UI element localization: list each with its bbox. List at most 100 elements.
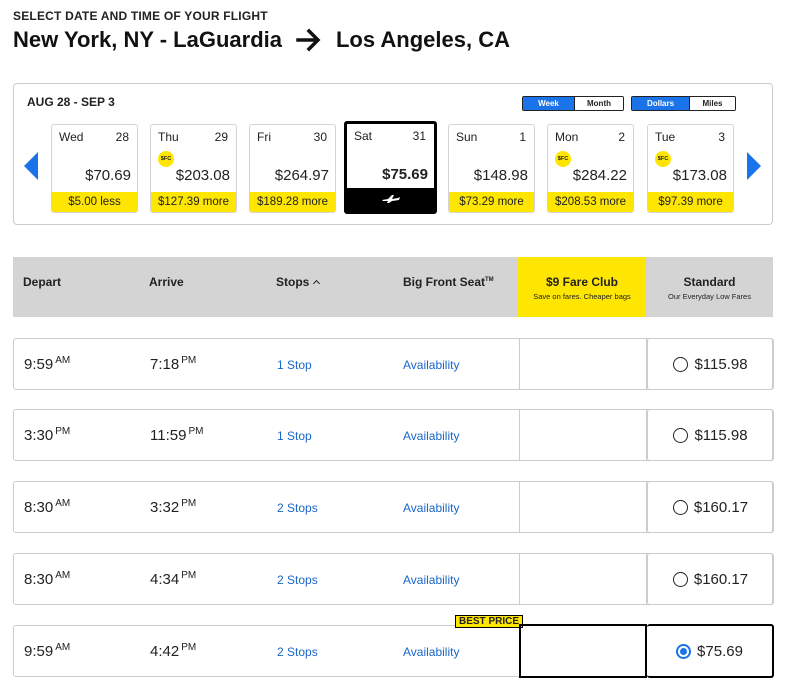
flight-row: 8:30 AM 4:34 PM 2 Stops Availability $160.17: [13, 553, 774, 605]
depart-ampm: PM: [55, 426, 71, 437]
availability-link[interactable]: Availability: [403, 501, 459, 515]
header-bfs-label: Big Front Seat: [403, 275, 486, 289]
depart-time-value: 9:59: [24, 643, 54, 660]
depart-time-value: 8:30: [24, 571, 54, 588]
unit-toggle: Dollars Miles: [631, 96, 736, 111]
standard-fare-option[interactable]: $115.98: [647, 338, 774, 390]
arrive-ampm: PM: [188, 426, 204, 437]
day-card[interactable]: Sat 31 $75.69: [344, 121, 437, 214]
date-calendar: AUG 28 - SEP 3 Week Month Dollars Miles …: [13, 83, 773, 225]
fare-radio[interactable]: [673, 356, 689, 372]
fare-club-subtitle: Save on fares. Cheaper bags: [533, 292, 631, 301]
stops-link[interactable]: 1 Stop: [277, 429, 312, 443]
flight-row: 3:30 PM 11:59 PM 1 Stop Availability $115.98: [13, 409, 774, 461]
arrive-ampm: PM: [181, 498, 197, 509]
dollars-option[interactable]: Dollars: [632, 97, 690, 110]
day-card[interactable]: Mon 2 $FC $284.22 $208.53 more: [547, 124, 634, 213]
day-card[interactable]: Tue 3 $FC $173.08 $97.39 more: [647, 124, 734, 213]
day-price: $284.22: [572, 167, 627, 184]
day-card[interactable]: Fri 30 $264.97 $189.28 more: [249, 124, 336, 213]
arrive-time: 4:42 PM: [150, 642, 196, 660]
stops-link[interactable]: 1 Stop: [277, 358, 312, 372]
day-price: $203.08: [175, 167, 230, 184]
standard-title: Standard: [683, 275, 736, 289]
trademark-mark: TM: [485, 277, 494, 283]
fare-radio[interactable]: [672, 499, 688, 515]
flight-row: 9:59 AM 7:18 PM 1 Stop Availability $115.98: [13, 338, 774, 390]
day-name: Mon: [555, 130, 579, 144]
day-name: Fri: [257, 130, 271, 144]
best-price-badge: BEST PRICE: [455, 615, 524, 628]
standard-price: $160.17: [693, 498, 749, 516]
header-fare-club: $9 Fare Club Save on fares. Cheaper bags: [518, 257, 646, 317]
day-name: Thu: [158, 130, 179, 144]
destination-city: Los Angeles, CA: [335, 27, 510, 52]
header-stops[interactable]: Stops: [276, 275, 321, 289]
availability-link[interactable]: Availability: [403, 645, 459, 659]
depart-ampm: AM: [55, 355, 71, 366]
next-week-icon[interactable]: [747, 152, 761, 180]
header-stops-label: Stops: [276, 275, 310, 289]
date-range: AUG 28 - SEP 3: [27, 95, 115, 109]
day-price: $148.98: [473, 167, 528, 184]
day-price: $173.08: [672, 167, 727, 184]
depart-time-value: 8:30: [24, 499, 54, 516]
day-price-diff: $208.53 more: [548, 192, 633, 212]
stops-link[interactable]: 2 Stops: [277, 501, 318, 515]
previous-week-icon[interactable]: [24, 152, 38, 180]
fare-radio[interactable]: [673, 427, 689, 443]
fare-club-cell: [519, 553, 647, 605]
fare-club-cell: [519, 624, 647, 678]
standard-price: $160.17: [693, 570, 749, 588]
depart-time: 9:59 AM: [24, 355, 70, 373]
fare-radio[interactable]: [672, 571, 688, 587]
week-option[interactable]: Week: [523, 97, 575, 110]
standard-subtitle: Our Everyday Low Fares: [668, 292, 751, 301]
header-arrive: Arrive: [149, 275, 184, 289]
standard-fare-option[interactable]: $160.17: [647, 553, 774, 605]
day-price-diff: $127.39 more: [151, 192, 236, 212]
month-option[interactable]: Month: [575, 97, 623, 110]
stops-link[interactable]: 2 Stops: [277, 645, 318, 659]
day-number: 2: [618, 130, 625, 144]
arrive-time-value: 3:32: [150, 499, 180, 516]
standard-fare-option[interactable]: $75.69: [647, 624, 774, 678]
standard-price: $115.98: [694, 355, 748, 373]
fare-radio[interactable]: [676, 643, 692, 659]
day-number: 28: [115, 130, 129, 144]
availability-link[interactable]: Availability: [403, 573, 459, 587]
header-standard: Standard Our Everyday Low Fares: [646, 257, 773, 317]
miles-option[interactable]: Miles: [690, 97, 735, 110]
depart-ampm: AM: [55, 642, 71, 653]
day-price-diff: $189.28 more: [250, 192, 335, 212]
availability-link[interactable]: Availability: [403, 358, 459, 372]
day-card[interactable]: Sun 1 $148.98 $73.29 more: [448, 124, 535, 213]
arrive-time-value: 4:42: [150, 643, 180, 660]
fare-club-badge-icon: $FC: [655, 151, 671, 167]
depart-time: 9:59 AM: [24, 642, 70, 660]
arrive-time-value: 4:34: [150, 571, 180, 588]
availability-link[interactable]: Availability: [403, 429, 459, 443]
depart-time: 8:30 AM: [24, 570, 70, 588]
airplane-icon: [381, 191, 401, 209]
standard-fare-option[interactable]: $115.98: [647, 409, 774, 461]
standard-fare-option[interactable]: $160.17: [647, 481, 774, 533]
depart-ampm: AM: [55, 570, 71, 581]
page-kicker: SELECT DATE AND TIME OF YOUR FLIGHT: [13, 9, 268, 23]
day-name: Tue: [655, 130, 676, 144]
header-big-front-seat: Big Front SeatTM: [403, 275, 494, 289]
day-card[interactable]: Thu 29 $FC $203.08 $127.39 more: [150, 124, 237, 213]
stops-link[interactable]: 2 Stops: [277, 573, 318, 587]
day-price: $264.97: [274, 167, 329, 184]
depart-time: 3:30 PM: [24, 426, 70, 444]
day-card[interactable]: Wed 28 $70.69 $5.00 less: [51, 124, 138, 213]
fare-club-cell: [519, 481, 647, 533]
depart-ampm: AM: [55, 498, 71, 509]
depart-time: 8:30 AM: [24, 498, 70, 516]
selected-day-bar: [347, 188, 434, 211]
standard-price: $75.69: [697, 642, 743, 660]
standard-price: $115.98: [694, 426, 748, 444]
depart-time-value: 9:59: [24, 356, 54, 373]
day-number: 3: [718, 130, 725, 144]
arrive-time: 7:18 PM: [150, 355, 196, 373]
